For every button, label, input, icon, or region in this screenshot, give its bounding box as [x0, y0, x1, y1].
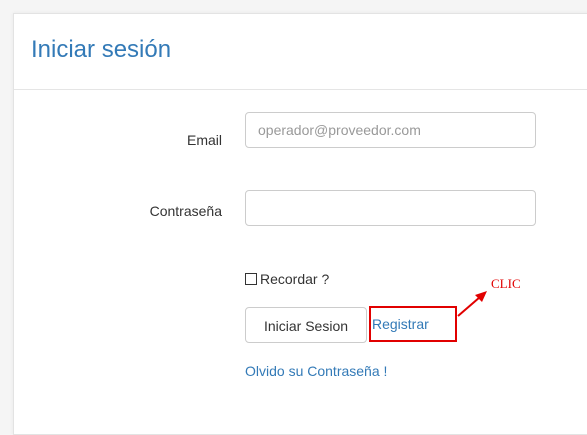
remember-checkbox[interactable]: [245, 273, 257, 285]
page-title: Iniciar sesión: [31, 36, 172, 63]
password-label: Contraseña: [149, 203, 222, 219]
forgot-password-link[interactable]: Olvido su Contraseña !: [245, 363, 387, 379]
email-label: Email: [186, 132, 222, 148]
login-button[interactable]: Iniciar Sesion: [245, 307, 367, 343]
annotation-label: CLIC: [491, 276, 521, 291]
login-panel: Iniciar sesión Email Contraseña Recordar…: [13, 13, 587, 435]
email-field[interactable]: [245, 112, 536, 148]
register-link[interactable]: Registrar: [372, 316, 429, 332]
header-divider: [14, 89, 587, 90]
password-field[interactable]: [245, 190, 536, 226]
annotation-arrow-icon: [457, 291, 487, 317]
remember-label: Recordar ?: [260, 271, 330, 287]
remember-row[interactable]: Recordar ?: [245, 271, 329, 287]
